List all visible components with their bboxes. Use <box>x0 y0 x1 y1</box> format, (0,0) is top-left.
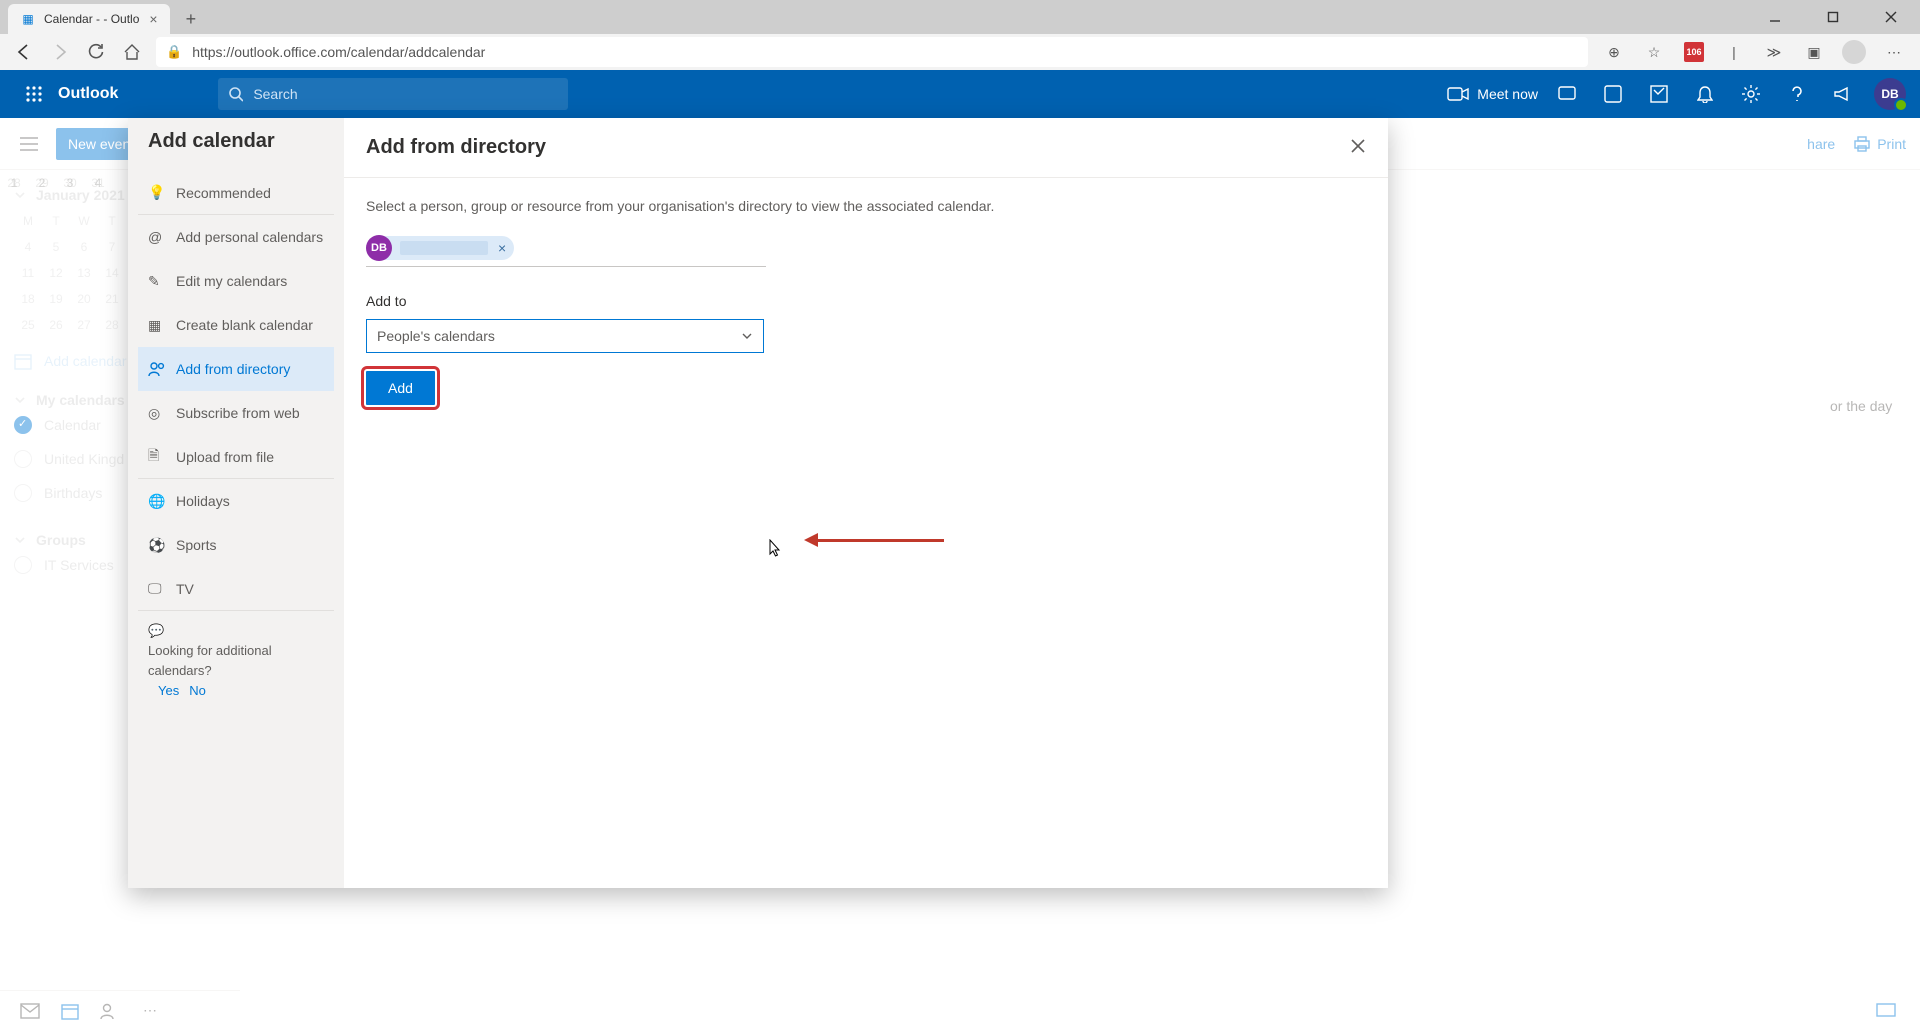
profile-avatar[interactable]: DB <box>1874 78 1906 110</box>
favorites-bar-icon[interactable]: ≫ <box>1754 34 1794 70</box>
nav-personal[interactable]: @Add personal calendars <box>138 215 334 259</box>
nav-upload[interactable]: 🗎Upload from file <box>138 435 334 479</box>
forward-button[interactable] <box>42 34 78 70</box>
globe-icon: 🌐 <box>148 493 176 510</box>
close-icon[interactable] <box>1342 130 1374 162</box>
addto-select[interactable]: People's calendars <box>366 319 764 353</box>
footer-yes-link[interactable]: Yes <box>158 681 179 701</box>
divider-icon: | <box>1714 34 1754 70</box>
chat-icon[interactable] <box>1544 70 1590 118</box>
tv-icon: 🖵 <box>148 580 176 597</box>
modal-title: Add calendar <box>128 130 344 153</box>
avatar: DB <box>366 235 392 261</box>
add-button[interactable]: Add <box>366 371 435 405</box>
remove-chip-icon[interactable]: × <box>498 240 506 256</box>
panel-description: Select a person, group or resource from … <box>366 198 1366 214</box>
annotation-arrow <box>804 533 944 547</box>
megaphone-icon[interactable] <box>1820 70 1866 118</box>
window-minimize-button[interactable] <box>1746 0 1804 34</box>
footer-no-link[interactable]: No <box>189 681 206 701</box>
tab-strip: ▦ Calendar - - Outlo × + <box>0 0 1920 34</box>
extension-badge[interactable]: 106 <box>1674 34 1714 70</box>
lock-icon: 🔒 <box>166 44 182 60</box>
gear-icon[interactable] <box>1728 70 1774 118</box>
url-text: https://outlook.office.com/calendar/addc… <box>192 44 485 60</box>
window-maximize-button[interactable] <box>1804 0 1862 34</box>
person-chip[interactable]: DB × <box>366 236 514 260</box>
nav-directory[interactable]: Add from directory <box>138 347 334 391</box>
close-tab-icon[interactable]: × <box>149 11 157 27</box>
ball-icon: ⚽ <box>148 537 176 554</box>
rss-icon: ◎ <box>148 405 176 422</box>
chevron-down-icon <box>741 330 753 342</box>
meet-now-button[interactable]: Meet now <box>1447 86 1538 102</box>
bell-icon[interactable] <box>1682 70 1728 118</box>
note-icon[interactable] <box>1636 70 1682 118</box>
modal-sidebar: Add calendar 💡Recommended @Add personal … <box>128 118 344 888</box>
panel-heading: Add from directory <box>344 136 1388 159</box>
cursor-icon <box>766 539 782 559</box>
add-calendar-modal: Add calendar 💡Recommended @Add personal … <box>128 118 1388 888</box>
calendar-add-icon: ▦ <box>148 317 176 334</box>
at-icon: @ <box>148 229 176 245</box>
outlook-header: Outlook Meet now DB <box>0 70 1920 118</box>
people-icon <box>148 361 176 377</box>
teams-icon[interactable] <box>1590 70 1636 118</box>
nav-subscribe[interactable]: ◎Subscribe from web <box>138 391 334 435</box>
modal-content: Add from directory Select a person, grou… <box>344 118 1388 888</box>
new-tab-button[interactable]: + <box>180 4 203 34</box>
favorite-icon[interactable]: ☆ <box>1634 34 1674 70</box>
zoom-icon[interactable]: ⊕ <box>1594 34 1634 70</box>
nav-tv[interactable]: 🖵TV <box>138 567 334 611</box>
search-icon <box>228 86 243 102</box>
nav-recommended[interactable]: 💡Recommended <box>138 171 334 215</box>
browser-tab[interactable]: ▦ Calendar - - Outlo × <box>8 4 170 34</box>
address-bar[interactable]: 🔒 https://outlook.office.com/calendar/ad… <box>156 37 1588 67</box>
addto-label: Add to <box>366 293 1366 309</box>
address-bar-row: 🔒 https://outlook.office.com/calendar/ad… <box>0 34 1920 70</box>
home-button[interactable] <box>114 34 150 70</box>
profile-icon[interactable] <box>1834 34 1874 70</box>
refresh-button[interactable] <box>78 34 114 70</box>
search-input[interactable] <box>251 85 558 103</box>
person-name-redacted <box>400 241 488 255</box>
calendar-icon: ▦ <box>20 11 36 27</box>
browser-chrome: ▦ Calendar - - Outlo × + 🔒 https://outlo… <box>0 0 1920 70</box>
edit-icon: ✎ <box>148 273 176 290</box>
file-icon: 🗎 <box>148 445 176 469</box>
video-icon <box>1447 86 1469 102</box>
nav-holidays[interactable]: 🌐Holidays <box>138 479 334 523</box>
lightbulb-icon: 💡 <box>148 184 176 201</box>
menu-icon[interactable]: ⋯ <box>1874 34 1914 70</box>
search-box[interactable] <box>218 78 568 110</box>
nav-sports[interactable]: ⚽Sports <box>138 523 334 567</box>
tab-title: Calendar - - Outlo <box>44 12 139 26</box>
back-button[interactable] <box>6 34 42 70</box>
app-launcher-icon[interactable] <box>14 74 54 114</box>
window-close-button[interactable] <box>1862 0 1920 34</box>
chat-icon: 💬 <box>148 621 176 641</box>
people-picker[interactable]: DB × <box>366 236 766 267</box>
outlook-brand[interactable]: Outlook <box>58 85 118 103</box>
help-icon[interactable] <box>1774 70 1820 118</box>
nav-blank[interactable]: ▦Create blank calendar <box>138 303 334 347</box>
nav-edit[interactable]: ✎Edit my calendars <box>138 259 334 303</box>
collections-icon[interactable]: ▣ <box>1794 34 1834 70</box>
modal-footer-question: 💬 Looking for additional calendars? Yes … <box>128 611 344 711</box>
